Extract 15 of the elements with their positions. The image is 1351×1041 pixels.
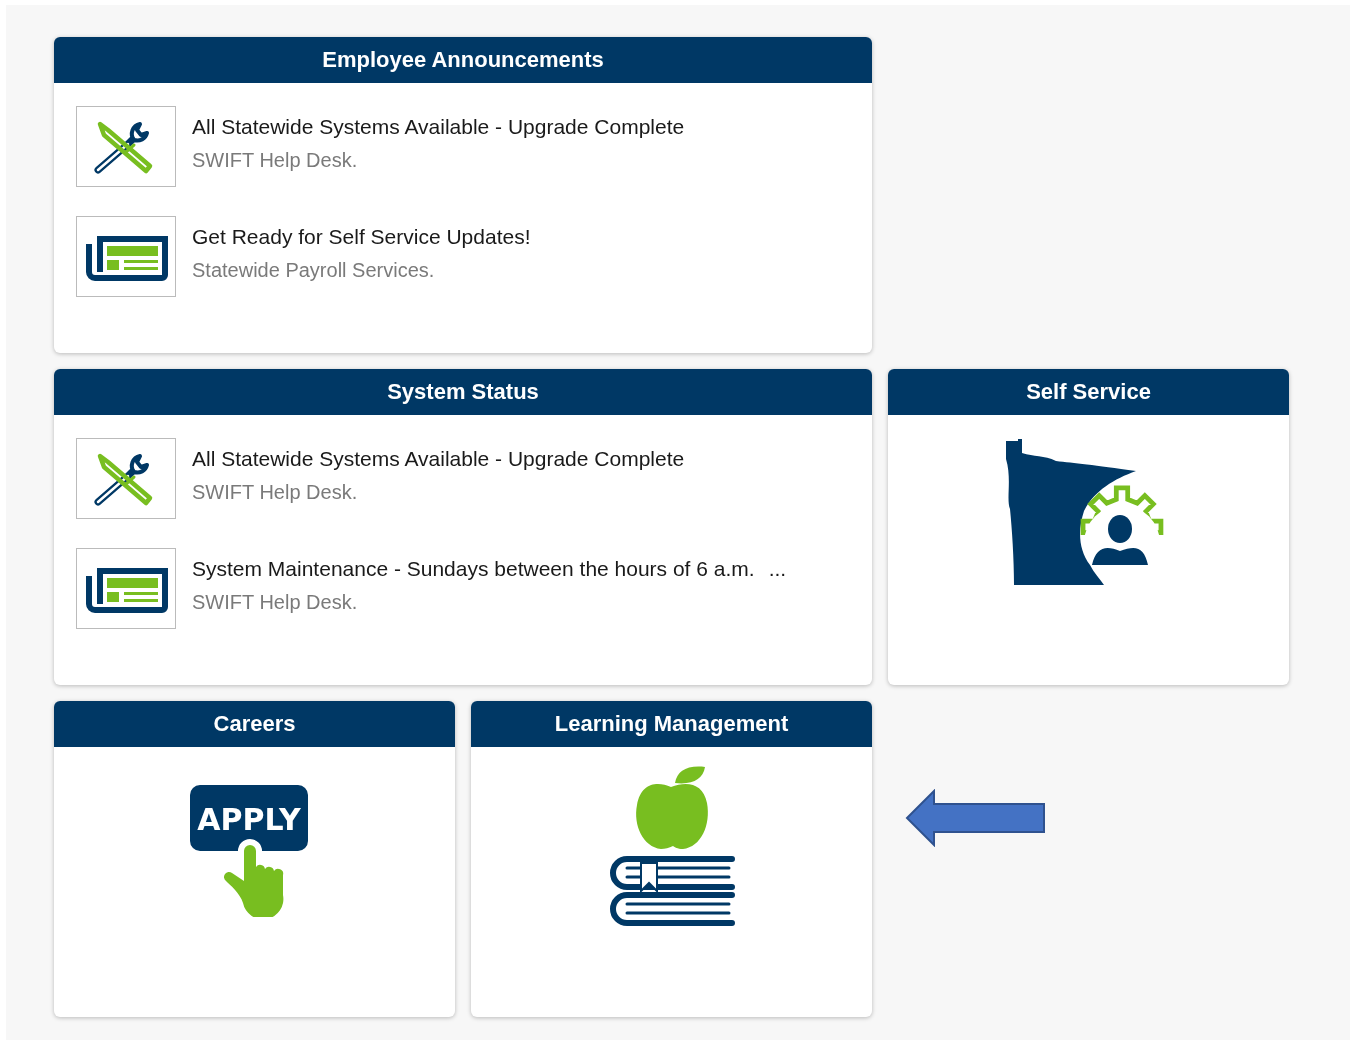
- more-ellipsis: ...: [768, 557, 787, 581]
- announcement-title[interactable]: Get Ready for Self Service Updates!: [192, 225, 531, 249]
- announcement-source: SWIFT Help Desk.: [192, 591, 359, 614]
- announcement-source: Statewide Payroll Services.: [192, 259, 436, 282]
- announcement-source: SWIFT Help Desk.: [192, 149, 359, 172]
- announcement-title[interactable]: All Statewide Systems Available - Upgrade Complete: [192, 447, 685, 471]
- arrow-icon: [905, 789, 1047, 847]
- announcement-title[interactable]: All Statewide Systems Available - Upgrade Complete: [192, 115, 685, 139]
- tile-header[interactable]: Employee Announcements: [54, 37, 872, 83]
- tile-header[interactable]: Careers: [54, 701, 455, 747]
- tile-header[interactable]: Self Service: [888, 369, 1289, 415]
- announcement-source: SWIFT Help Desk.: [192, 481, 359, 504]
- tile-header[interactable]: System Status: [54, 369, 872, 415]
- announcement-title[interactable]: System Maintenance - Sundays between the hours of 6 a.m.: [192, 557, 755, 581]
- tile-header[interactable]: Learning Management: [471, 701, 872, 747]
